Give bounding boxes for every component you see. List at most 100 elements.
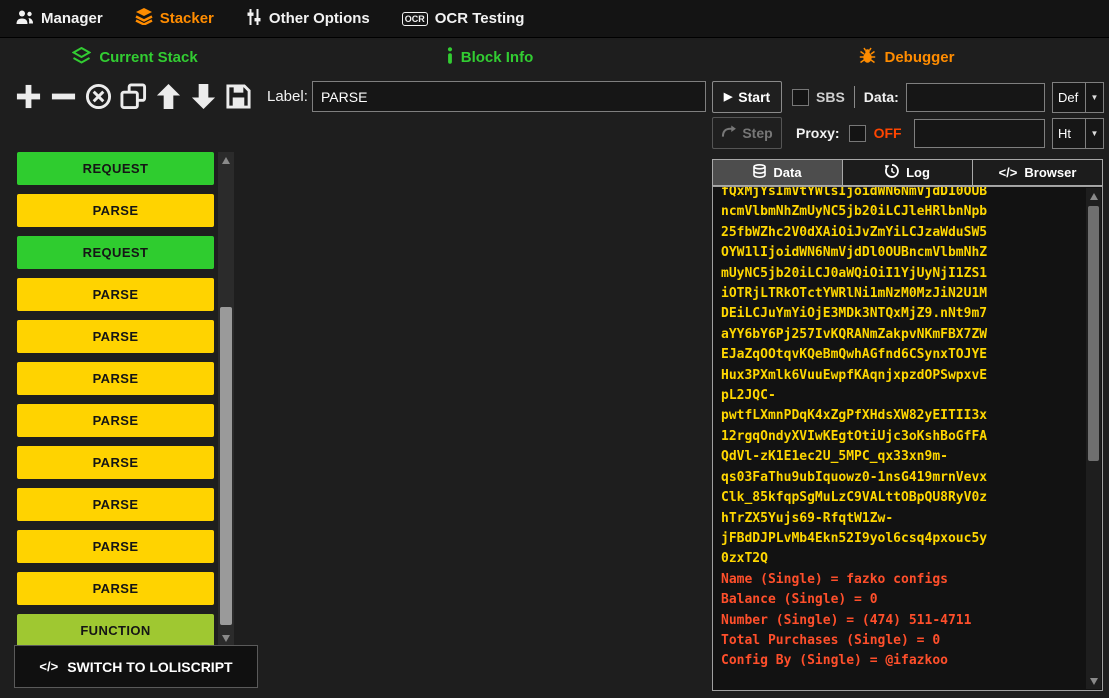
add-block-button[interactable] [12,78,45,114]
stack-toolbar [12,78,255,114]
output-token-line: fQxMjYsImVtYWlsIjoidWN6NmVjdD10OUB [721,186,1082,202]
sliders-icon [246,9,262,29]
sbs-label: SBS [816,89,845,105]
data-type-value: Def [1053,90,1085,105]
block-label-input[interactable] [312,81,706,112]
block-label-text: Label: [267,88,308,105]
stack-block-function[interactable]: FUNCTION [17,614,214,647]
proxy-input[interactable] [914,119,1045,148]
debug-data-input[interactable] [906,83,1045,112]
nav-ocr-testing-label: OCR Testing [435,10,525,27]
output-variable-line: Balance (Single) = 0 [721,590,1082,610]
step-button[interactable]: Step [712,117,782,149]
stack-scrollbar[interactable] [218,152,234,646]
output-token-line: OYW1lIjoidWN6NmVjdDl0OUBncmVlbmNhZ [721,243,1082,263]
stack-layers-icon [72,47,91,68]
scroll-up-icon[interactable] [1086,189,1101,203]
tab-data[interactable]: Data [712,159,842,186]
stack-block-request[interactable]: REQUEST [17,236,214,269]
block-info-title: Block Info [461,49,534,66]
output-token-line: Clk_85kfqpSgMuLzC9VALttOBpQU8RyV0z [721,488,1082,508]
proxy-type-dropdown[interactable]: Ht ▼ [1052,118,1104,149]
top-navigation: Manager Stacker Other Optio [0,0,1109,38]
data-type-dropdown[interactable]: Def ▼ [1052,82,1104,113]
output-token-line: EJaZqOOtqvKQeBmQwhAGfnd6CSynxTOJYE [721,345,1082,365]
switch-to-loliscript-button[interactable]: </> SWITCH TO LOLISCRIPT [14,645,258,688]
remove-block-button[interactable] [47,78,80,114]
nav-other-options-label: Other Options [269,10,370,27]
output-token-line: 0zxT2Q [721,549,1082,569]
scroll-down-icon[interactable] [1086,674,1101,688]
nav-ocr-testing[interactable]: OCR OCR Testing [402,10,525,27]
play-icon: ▶ [724,92,732,103]
output-token-line: mUyNC5jb20iLCJ0aWQiOiI1YjUyNjI1ZS1 [721,264,1082,284]
stack-block-parse[interactable]: PARSE [17,194,214,227]
history-icon [885,164,899,181]
output-token-line: 12rgqOndyXVIwKEgtOtiUjc3oKshBoGfFA [721,427,1082,447]
manager-icon [16,9,34,29]
output-token-line: hTrZX5Yujs69-RfqtW1Zw- [721,509,1082,529]
stack-block-parse[interactable]: PARSE [17,404,214,437]
debugger-title: Debugger [884,49,954,66]
stacker-icon [135,8,153,29]
debugger-output-text: fQxMjYsImVtYWlsIjoidWN6NmVjdD10OUBncmVlb… [721,186,1082,686]
tab-data-label: Data [773,165,801,180]
nav-stacker[interactable]: Stacker [135,8,214,29]
sbs-checkbox[interactable] [792,89,809,106]
nav-other-options[interactable]: Other Options [246,9,370,29]
tab-log[interactable]: Log [842,159,972,186]
proxy-status: OFF [874,125,902,141]
nav-manager[interactable]: Manager [16,9,103,29]
controls-divider [854,86,855,108]
stack-block-parse[interactable]: PARSE [17,320,214,353]
nav-stacker-label: Stacker [160,10,214,27]
tab-log-label: Log [906,165,930,180]
dropdown-arrow-icon: ▼ [1085,119,1103,148]
debugger-tabs: Data Log </> Browser [712,159,1103,186]
step-arrow-icon [721,125,736,141]
stack-block-parse[interactable]: PARSE [17,278,214,311]
ocr-icon: OCR [402,12,428,26]
start-button-label: Start [738,89,770,105]
stack-scrollbar-thumb[interactable] [220,307,232,625]
debugger-controls-row-1: ▶ Start SBS Data: Def ▼ [712,81,1104,113]
proxy-checkbox[interactable] [849,125,866,142]
scroll-up-icon[interactable] [218,153,234,167]
stack-block-parse[interactable]: PARSE [17,530,214,563]
tab-browser[interactable]: </> Browser [972,159,1103,186]
bug-icon [859,47,876,68]
info-icon [447,47,453,68]
step-button-label: Step [742,125,772,141]
debugger-header: Debugger [712,44,1102,70]
output-scrollbar[interactable] [1086,188,1101,689]
start-button[interactable]: ▶ Start [712,81,782,113]
stack-block-request[interactable]: REQUEST [17,152,214,185]
database-icon [753,164,766,181]
stack-block-parse[interactable]: PARSE [17,572,214,605]
output-token-line: iOTRjLTRkOTctYWRlNi1mNzM0MzJiN2U1M [721,284,1082,304]
move-block-down-button[interactable] [187,78,220,114]
data-label: Data: [864,89,899,105]
stack-block-parse[interactable]: PARSE [17,362,214,395]
debugger-controls-row-2: Step Proxy: OFF Ht ▼ [712,117,1104,149]
output-token-line: aYY6bY6Pj257IvKQRANmZakpvNKmFBX7ZW [721,325,1082,345]
switch-button-label: SWITCH TO LOLISCRIPT [67,659,232,675]
stack-block-parse[interactable]: PARSE [17,488,214,521]
output-variable-line: Total Purchases (Single) = 0 [721,631,1082,651]
save-stack-button[interactable] [222,78,255,114]
move-block-up-button[interactable] [152,78,185,114]
output-variable-line: Config By (Single) = @ifazkoo [721,651,1082,671]
code-icon: </> [39,659,58,674]
clone-block-button[interactable] [117,78,150,114]
output-token-line: QdVl-zK1E1ec2U_5MPC_qx33xn9m- [721,447,1082,467]
disable-block-button[interactable] [82,78,115,114]
output-scrollbar-thumb[interactable] [1088,206,1099,461]
output-token-line: qs03FaThu9ubIquowz0-1nsG419mrnVevx [721,468,1082,488]
stack-block-parse[interactable]: PARSE [17,446,214,479]
tab-browser-label: Browser [1024,165,1076,180]
scroll-down-icon[interactable] [218,631,234,645]
dropdown-arrow-icon: ▼ [1085,83,1103,112]
debugger-output-panel: fQxMjYsImVtYWlsIjoidWN6NmVjdD10OUBncmVlb… [712,186,1103,691]
output-token-line: 25fbWZhc2V0dXAiOiJvZmYiLCJzaWduSW5 [721,223,1082,243]
output-token-line: ncmVlbmNhZmUyNC5jb20iLCJleHRlbnNpb [721,202,1082,222]
